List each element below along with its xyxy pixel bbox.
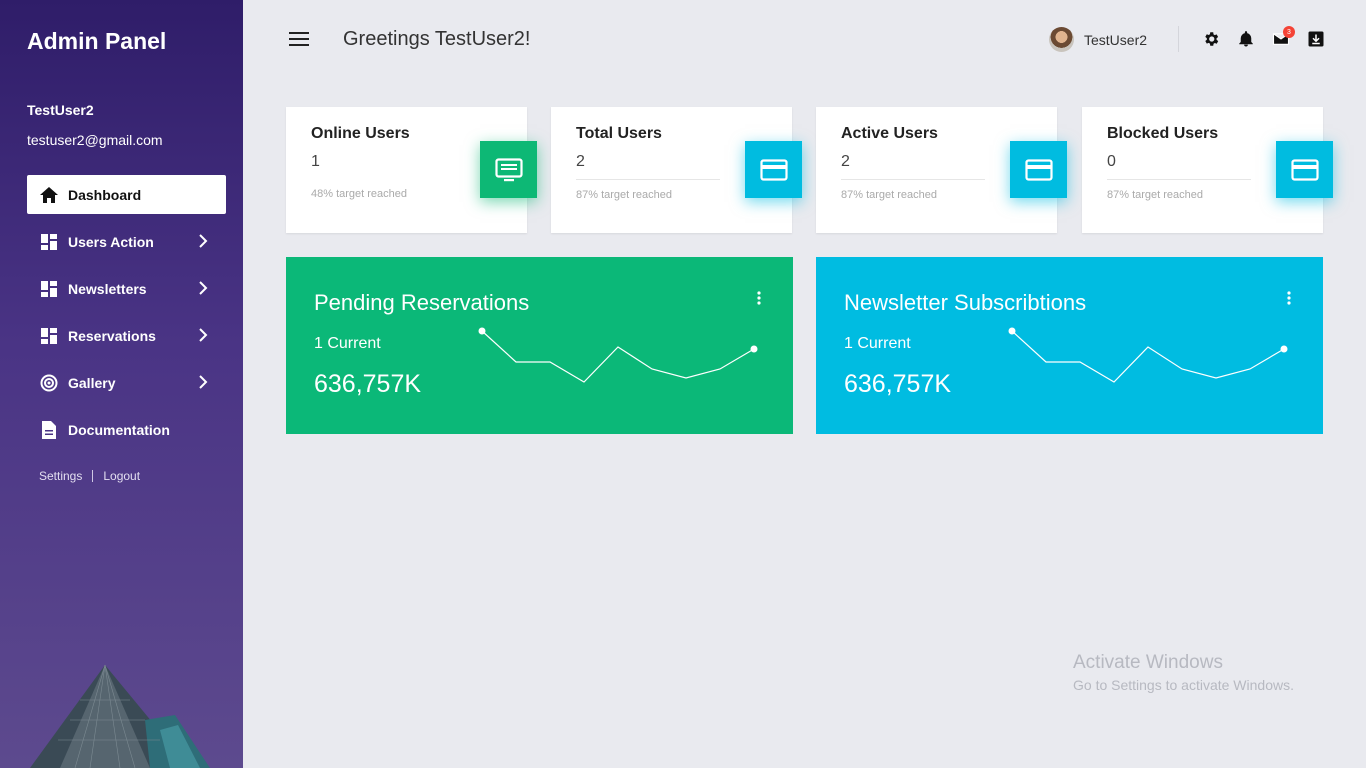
dashboard-grid-icon bbox=[40, 233, 58, 251]
page-greeting: Greetings TestUser2! bbox=[343, 28, 531, 50]
stat-subtext: 87% target reached bbox=[1107, 189, 1204, 201]
user-menu-name: TestUser2 bbox=[1084, 31, 1148, 48]
sidebar-item-label: Dashboard bbox=[68, 186, 142, 203]
stat-icon-tile bbox=[480, 141, 537, 198]
building-illustration bbox=[30, 664, 210, 768]
brand-title: Admin Panel bbox=[27, 28, 167, 54]
stat-value: 0 bbox=[1107, 153, 1116, 170]
windows-activation-subtitle: Go to Settings to activate Windows. bbox=[1073, 677, 1294, 693]
credit-card-icon bbox=[1024, 158, 1053, 181]
chevron-right-icon bbox=[199, 234, 208, 248]
stat-title: Blocked Users bbox=[1107, 125, 1219, 142]
sidebar-item-label: Newsletters bbox=[68, 280, 147, 297]
stat-card-online-users: Online Users 1 48% target reached bbox=[286, 107, 537, 233]
stat-subtext: 48% target reached bbox=[311, 188, 408, 200]
stat-title: Online Users bbox=[311, 125, 410, 142]
stat-card-blocked-users: Blocked Users 0 87% target reached bbox=[1082, 107, 1333, 233]
sidebar-user-name: TestUser2 bbox=[27, 102, 94, 118]
sparkline-chart bbox=[1008, 327, 1288, 383]
sidebar-nav: Dashboard Users Action Newsletters Reser… bbox=[27, 175, 226, 457]
document-icon bbox=[40, 420, 58, 439]
sidebar-item-dashboard[interactable]: Dashboard bbox=[27, 175, 226, 214]
sparkline-chart bbox=[478, 327, 758, 383]
settings-gear-icon[interactable] bbox=[1202, 30, 1220, 48]
more-vertical-icon[interactable] bbox=[1287, 291, 1291, 305]
stat-value: 2 bbox=[576, 153, 585, 170]
pending-reservations-card: Pending Reservations 1 Current 636,757K bbox=[286, 257, 793, 434]
sidebar-item-label: Documentation bbox=[68, 421, 170, 438]
sidebar-item-label: Gallery bbox=[68, 374, 116, 391]
stat-divider bbox=[1107, 179, 1251, 180]
stat-divider bbox=[576, 179, 720, 180]
stat-icon-tile bbox=[1276, 141, 1333, 198]
avatar bbox=[1049, 27, 1074, 52]
home-icon bbox=[40, 186, 58, 204]
logout-link[interactable]: Logout bbox=[103, 469, 140, 483]
monitor-icon bbox=[494, 157, 523, 181]
stat-subtext: 87% target reached bbox=[841, 189, 938, 201]
sidebar-footer-links: Settings Logout bbox=[39, 469, 140, 483]
stat-value: 1 bbox=[311, 153, 320, 170]
stat-icon-tile bbox=[745, 141, 802, 198]
dashboard-grid-icon bbox=[40, 327, 58, 345]
chevron-right-icon bbox=[199, 375, 208, 389]
card-title: Pending Reservations bbox=[314, 290, 530, 315]
target-icon bbox=[40, 374, 58, 392]
stat-card-active-users: Active Users 2 87% target reached bbox=[816, 107, 1067, 233]
windows-activation-title: Activate Windows bbox=[1073, 652, 1223, 673]
card-value: 636,757K bbox=[844, 370, 952, 398]
stat-card-total-users: Total Users 2 87% target reached bbox=[551, 107, 802, 233]
notification-bell-icon[interactable] bbox=[1237, 30, 1255, 48]
sidebar-item-label: Reservations bbox=[68, 327, 156, 344]
stat-icon-tile bbox=[1010, 141, 1067, 198]
stat-subtext: 87% target reached bbox=[576, 189, 673, 201]
sidebar-item-reservations[interactable]: Reservations bbox=[27, 316, 226, 355]
card-title: Newsletter Subscribtions bbox=[844, 290, 1087, 315]
sidebar: Admin Panel TestUser2 testuser2@gmail.co… bbox=[0, 0, 243, 768]
settings-link[interactable]: Settings bbox=[39, 469, 82, 483]
download-icon[interactable] bbox=[1307, 30, 1325, 48]
chevron-right-icon bbox=[199, 328, 208, 342]
stat-title: Total Users bbox=[576, 125, 662, 142]
sidebar-user-email: testuser2@gmail.com bbox=[27, 132, 163, 148]
newsletter-subscriptions-card: Newsletter Subscribtions 1 Current 636,7… bbox=[816, 257, 1323, 434]
card-subtitle: 1 Current bbox=[844, 335, 911, 352]
sidebar-item-gallery[interactable]: Gallery bbox=[27, 363, 226, 402]
dashboard-grid-icon bbox=[40, 280, 58, 298]
user-menu[interactable]: TestUser2 bbox=[1049, 27, 1147, 52]
hamburger-menu-icon[interactable] bbox=[289, 31, 309, 47]
chevron-right-icon bbox=[199, 281, 208, 295]
more-vertical-icon[interactable] bbox=[757, 291, 761, 305]
card-subtitle: 1 Current bbox=[314, 335, 381, 352]
sidebar-item-label: Users Action bbox=[68, 233, 154, 250]
sidebar-item-newsletters[interactable]: Newsletters bbox=[27, 269, 226, 308]
stat-value: 2 bbox=[841, 153, 850, 170]
header-divider bbox=[1178, 26, 1179, 52]
stat-title: Active Users bbox=[841, 125, 938, 142]
credit-card-icon bbox=[1290, 158, 1319, 181]
card-value: 636,757K bbox=[314, 370, 422, 398]
mail-count-badge: 3 bbox=[1283, 26, 1295, 38]
sidebar-item-users-action[interactable]: Users Action bbox=[27, 222, 226, 261]
credit-card-icon bbox=[759, 158, 788, 181]
sidebar-item-documentation[interactable]: Documentation bbox=[27, 410, 226, 449]
stat-divider bbox=[841, 179, 985, 180]
link-divider bbox=[92, 470, 94, 482]
